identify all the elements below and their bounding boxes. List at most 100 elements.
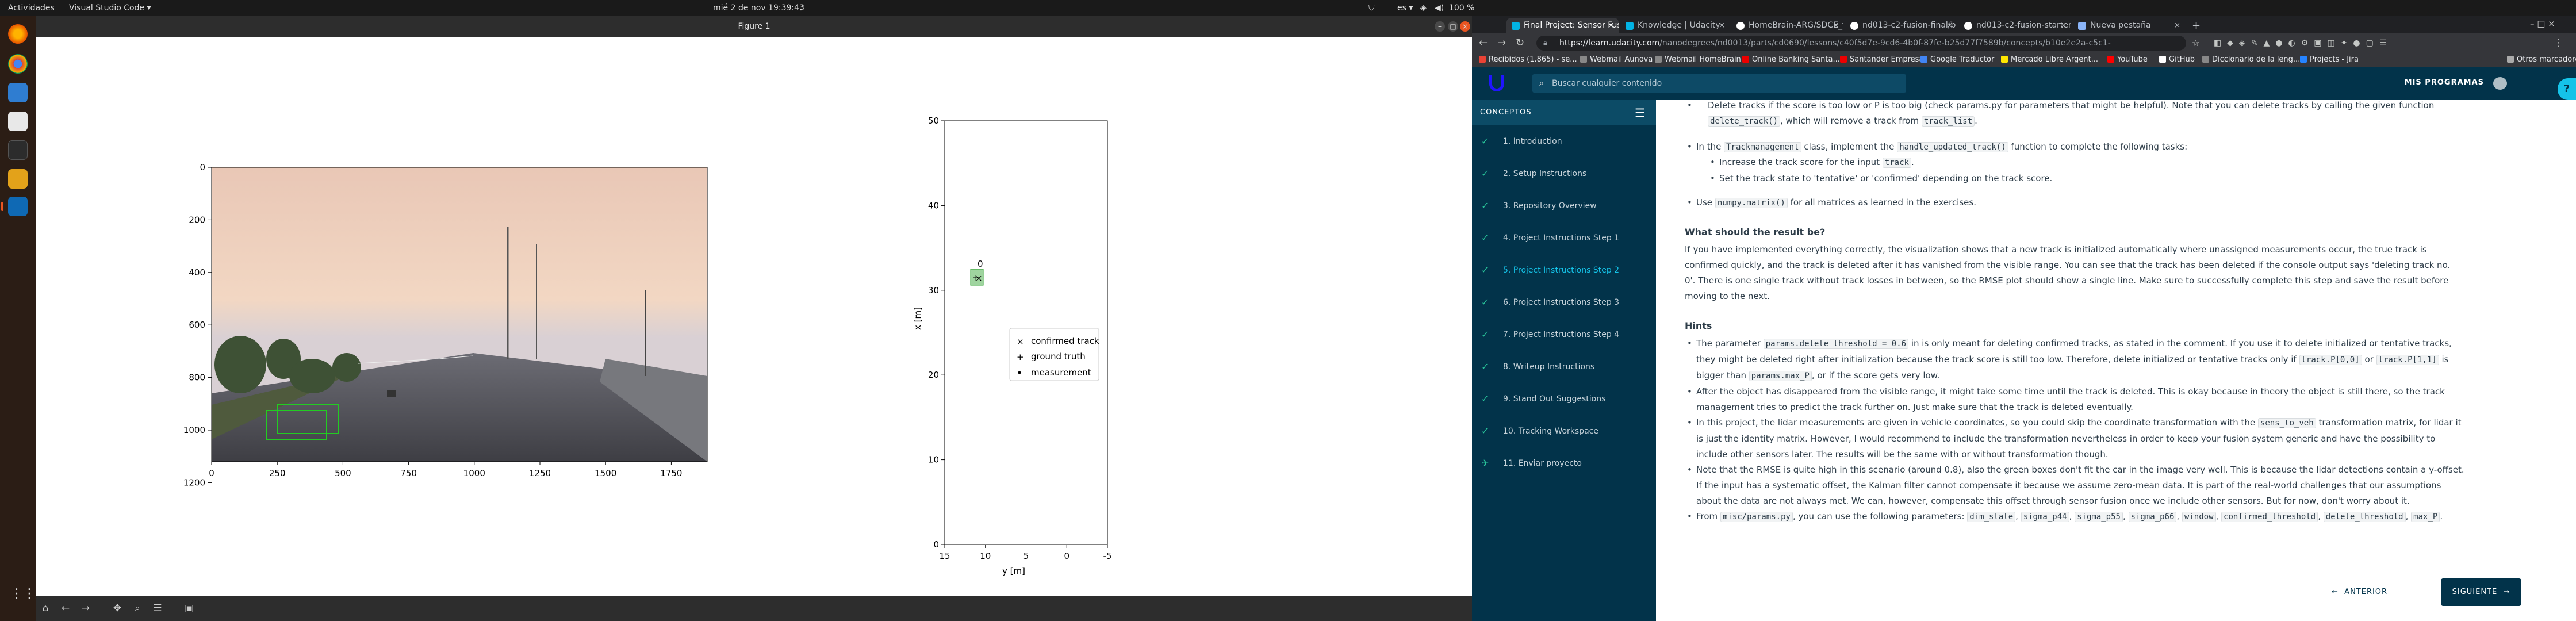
tab-fusion-final[interactable]: nd013-c2-fusion-final/b × [1845, 18, 1957, 33]
vscode-icon[interactable] [8, 197, 28, 216]
forward-icon[interactable]: → [79, 602, 92, 615]
search-input[interactable]: ⌕ Buscar cualquier contenido [1532, 74, 1906, 93]
firefox-icon[interactable] [8, 24, 28, 44]
bookmark-item[interactable]: Google Traductor [1920, 55, 1994, 64]
pan-icon[interactable]: ✥ [111, 602, 124, 615]
network-icon[interactable]: ◈ [1420, 3, 1427, 13]
tab-close-icon[interactable]: × [1833, 18, 1839, 33]
collapse-sidebar-icon[interactable]: ☰ [1635, 100, 1646, 125]
mail-icon[interactable] [8, 83, 28, 102]
sidebar-item[interactable]: ✓ 8. Writeup Instructions [1472, 351, 1656, 383]
y-tick-label: 10 [928, 455, 939, 465]
tab-final-project[interactable]: Final Project: Sensor Fus × [1506, 18, 1619, 33]
url-path: /nanodegrees/nd0013/parts/cd0690/lessons… [1659, 39, 2111, 48]
new-tab-button[interactable]: + [2187, 18, 2205, 33]
y-tick-label: 800 [189, 373, 205, 383]
check-icon: ✓ [1481, 232, 1489, 243]
tab-knowledge[interactable]: Knowledge | Udacity × [1620, 18, 1730, 33]
bookmark-item[interactable]: Santander Empresas [1840, 55, 1927, 64]
terminal-icon[interactable] [8, 140, 28, 160]
sidebar-item[interactable]: ✓ 7. Project Instructions Step 4 [1472, 319, 1656, 351]
volume-icon[interactable]: ◀) [1435, 3, 1444, 13]
list-item: The parameter params.delete_threshold = … [1685, 336, 2467, 384]
system-top-bar: Actividades Visual Studio Code ▾ mié 2 d… [0, 0, 2576, 16]
activities-button[interactable]: Actividades [8, 3, 55, 13]
sidebar-item[interactable]: ✓ 1. Introduction [1472, 125, 1656, 158]
extension-icons[interactable]: ◧◆◈✎▲●◐⚙▣◫✦●▢☰ [2214, 36, 2392, 50]
tab-close-icon[interactable]: × [2060, 18, 2067, 33]
battery-text[interactable]: 100 % [1449, 3, 1474, 13]
tab-new[interactable]: Nueva pestaña × [2073, 18, 2185, 33]
close-icon[interactable]: × [1460, 21, 1470, 32]
window-controls[interactable]: – □ × [2530, 18, 2555, 29]
tab-close-icon[interactable]: × [1719, 18, 1725, 33]
menu-icon[interactable]: ⋮ [2553, 36, 2563, 50]
sidebar-item[interactable]: ✓ 3. Repository Overview [1472, 190, 1656, 222]
sidebar-item[interactable]: ✓ 10. Tracking Workspace [1472, 415, 1656, 447]
tab-homebrain[interactable]: HomeBrain-ARG/SDCE_f × [1731, 18, 1843, 33]
sidebar-item[interactable]: ✓ 2. Setup Instructions [1472, 158, 1656, 190]
app-menu[interactable]: Visual Studio Code ▾ [69, 3, 151, 13]
clock[interactable]: mié 2 de nov 19:39:43 [713, 3, 804, 13]
anterior-button[interactable]: ← ANTERIOR [2332, 588, 2387, 596]
udacity-logo[interactable] [1489, 75, 1504, 91]
files-icon[interactable] [8, 112, 28, 131]
tab-close-icon[interactable]: × [1946, 18, 1953, 33]
notification-bell-icon[interactable]: ♪ [799, 3, 804, 13]
bookmark-item[interactable]: Diccionario de la leng... [2202, 55, 2300, 64]
bookmark-item[interactable]: Online Banking Santa... [1742, 55, 1840, 64]
y-tick-label: 50 [928, 116, 939, 126]
y-tick-label: 0 [933, 539, 939, 550]
bookmark-item[interactable]: YouTube [2107, 55, 2148, 64]
address-bar[interactable]: 🔒︎ https://learn.udacity.com/nanodegrees… [1536, 36, 2186, 51]
bookmark-item[interactable]: Webmail HomeBrain [1655, 55, 1741, 64]
tab-label: nd013-c2-fusion-final/b [1862, 21, 1956, 30]
list-item: Use numpy.matrix() for all matrices as l… [1685, 195, 2444, 211]
star-icon[interactable]: ☆ [2192, 36, 2199, 50]
reload-icon[interactable]: ↻ [1516, 36, 1524, 50]
chrome-icon[interactable] [8, 54, 28, 74]
check-icon: ✓ [1481, 329, 1489, 340]
distant-car [387, 390, 396, 397]
sidebar-item[interactable]: ✓ 9. Stand Out Suggestions [1472, 383, 1656, 415]
tab-close-icon[interactable]: × [2174, 18, 2180, 33]
save-icon[interactable]: ▣ [183, 602, 195, 615]
check-icon: ✓ [1481, 297, 1489, 308]
check-icon: ✓ [1481, 200, 1489, 211]
bookmark-item[interactable]: Mercado Libre Argent... [2001, 55, 2098, 64]
bookmark-item[interactable]: Recibidos (1.865) - se... [1479, 55, 1577, 64]
sub-list: Increase the track score for the input t… [1708, 155, 2444, 186]
bookmark-item[interactable]: Webmail Aunova [1580, 55, 1653, 64]
url-host: https://learn.udacity.com [1559, 39, 1660, 48]
bookmarks-bar: Recibidos (1.865) - se... Webmail Aunova… [1472, 53, 2576, 67]
sidebar-item[interactable]: ✓ 4. Project Instructions Step 1 [1472, 222, 1656, 254]
sidebar-item[interactable]: ✓ 5. Project Instructions Step 2 [1472, 254, 1656, 286]
sidebar-item-label: 4. Project Instructions Step 1 [1503, 233, 1620, 243]
lang-indicator[interactable]: es ▾ [1397, 3, 1413, 13]
home-icon[interactable]: ⌂ [39, 602, 52, 615]
shield-icon[interactable]: ⛉ [1368, 3, 1375, 13]
zoom-icon[interactable]: ⌕ [131, 602, 144, 615]
siguiente-button[interactable]: SIGUIENTE → [2441, 578, 2521, 606]
tab-close-icon[interactable]: × [1608, 18, 1614, 33]
mis-programas-link[interactable]: MIS PROGRAMAS [2405, 78, 2484, 87]
notes-icon[interactable] [8, 169, 28, 189]
back-icon[interactable]: ← [1479, 36, 1488, 50]
help-button[interactable]: ? [2558, 78, 2576, 100]
tab-fusion-starter[interactable]: nd013-c2-fusion-starter- × [1959, 18, 2071, 33]
forward-icon[interactable]: → [1497, 36, 1506, 50]
bullet-list: Use numpy.matrix() for all matrices as l… [1685, 195, 2444, 211]
avatar[interactable] [2493, 77, 2507, 90]
other-bookmarks[interactable]: Otros marcadores [2507, 55, 2576, 64]
x-tick-label: 0 [1064, 551, 1070, 561]
bookmark-item[interactable]: GitHub [2159, 55, 2195, 64]
sidebar-item[interactable]: ✓ 6. Project Instructions Step 3 [1472, 286, 1656, 319]
back-icon[interactable]: ← [59, 602, 72, 615]
maximize-icon[interactable]: □ [1448, 21, 1458, 32]
sidebar-item[interactable]: ✈ 11. Enviar proyecto [1472, 447, 1656, 480]
bookmark-item[interactable]: Projects - Jira [2300, 55, 2359, 64]
configure-icon[interactable]: ☰ [151, 602, 164, 615]
confirmed-track-marker: × [975, 273, 983, 283]
minimize-icon[interactable]: – [1435, 21, 1445, 32]
tab-strip: Final Project: Sensor Fus × Knowledge | U… [1472, 16, 2576, 33]
